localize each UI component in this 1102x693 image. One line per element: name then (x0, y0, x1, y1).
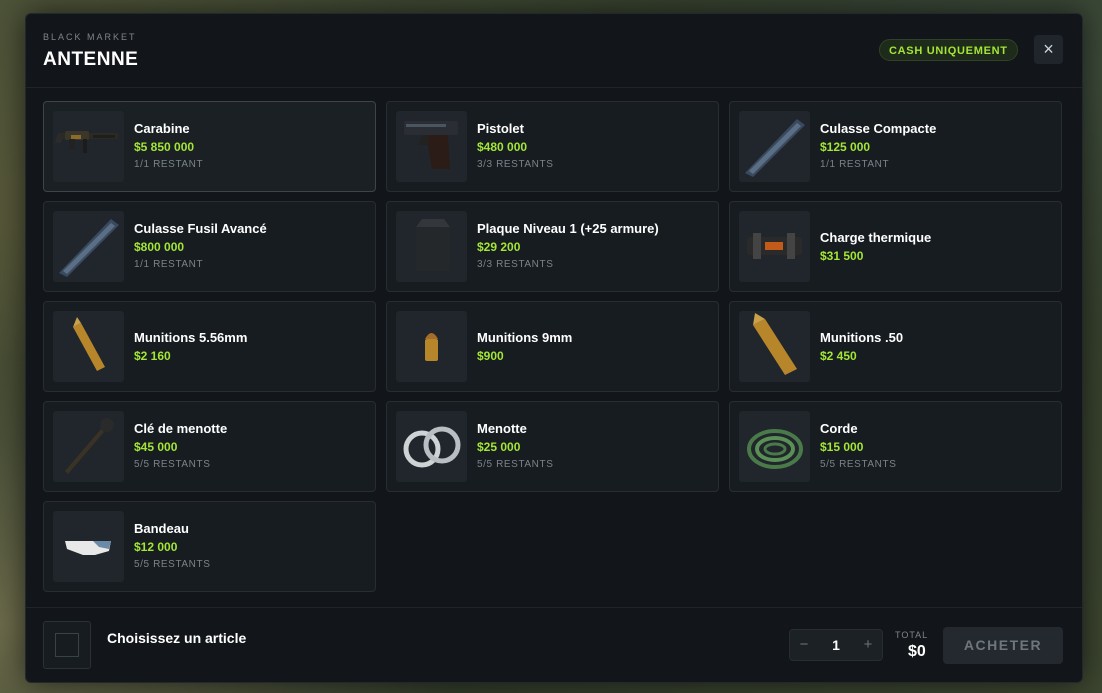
item-name: Bandeau (134, 520, 189, 536)
cash-only-badge: CASH UNIQUEMENT (879, 39, 1018, 61)
item-price: $2 160 (134, 348, 171, 363)
item-name: Charge thermique (820, 229, 932, 245)
item-name: Carabine (134, 120, 190, 136)
item-card-munitions-9mm[interactable]: Munitions 9mm $900 (386, 301, 719, 392)
bullet-icon (753, 313, 797, 375)
item-thumbnail (53, 511, 124, 582)
bullet-small-icon (425, 333, 438, 361)
item-price: $31 500 (820, 248, 864, 263)
quantity-value[interactable]: 1 (818, 630, 854, 660)
item-price: $29 200 (477, 239, 521, 254)
item-card-munitions-556[interactable]: Munitions 5.56mm $2 160 (43, 301, 376, 392)
item-name: Munitions 9mm (477, 329, 573, 345)
thermal-charge-icon (747, 233, 802, 259)
item-price: $125 000 (820, 139, 871, 154)
decrement-button[interactable]: − (790, 630, 818, 660)
item-thumbnail (396, 111, 467, 182)
increment-button[interactable]: + (854, 630, 882, 660)
item-name: Pistolet (477, 120, 524, 136)
item-price: $5 850 000 (134, 139, 195, 154)
item-thumbnail (396, 311, 467, 382)
weapon-part-icon (59, 219, 119, 277)
bullet-icon (73, 317, 105, 371)
quantity-stepper: − 1 + (789, 629, 883, 661)
item-thumbnail (53, 211, 124, 282)
item-name: Corde (820, 420, 858, 436)
item-thumbnail (53, 411, 124, 482)
handcuff-key-icon (65, 418, 114, 474)
item-name: Plaque Niveau 1 (+25 armure) (477, 220, 659, 236)
item-card-bandeau[interactable]: Bandeau $12 000 5/5 RESTANTS (43, 501, 376, 592)
item-card-carabine[interactable]: Carabine $5 850 000 1/1 RESTANT (43, 101, 376, 192)
item-card-culasse-fusil-avance[interactable]: Culasse Fusil Avancé $800 000 1/1 RESTAN… (43, 201, 376, 292)
modal-footer: Choisissez un article − 1 + TOTAL $0 ACH… (26, 607, 1082, 683)
item-thumbnail (739, 211, 810, 282)
item-thumbnail (739, 111, 810, 182)
item-card-charge-thermique[interactable]: Charge thermique $31 500 (729, 201, 1062, 292)
item-thumbnail (739, 311, 810, 382)
item-card-pistolet[interactable]: Pistolet $480 000 3/3 RESTANTS (386, 101, 719, 192)
rope-icon (747, 429, 803, 469)
item-card-munitions-50[interactable]: Munitions .50 $2 450 (729, 301, 1062, 392)
item-thumbnail (739, 411, 810, 482)
total-label: TOTAL (895, 630, 929, 640)
item-name: Clé de menotte (134, 420, 228, 436)
weapon-part-icon (745, 119, 805, 177)
item-stock: 1/1 RESTANT (134, 158, 204, 170)
modal-header: BLACK MARKET ANTENNE CASH UNIQUEMENT × (26, 14, 1082, 88)
item-name: Menotte (477, 420, 527, 436)
item-price: $12 000 (134, 539, 178, 554)
item-stock: 3/3 RESTANTS (477, 158, 554, 170)
item-thumbnail (53, 311, 124, 382)
item-name: Munitions .50 (820, 329, 904, 345)
item-stock: 5/5 RESTANTS (477, 458, 554, 470)
shop-title: ANTENNE (43, 49, 139, 70)
selection-label: Choisissez un article (107, 630, 247, 646)
black-market-modal: BLACK MARKET ANTENNE CASH UNIQUEMENT × C… (25, 13, 1083, 683)
item-thumbnail (53, 111, 124, 182)
item-stock: 5/5 RESTANTS (134, 558, 211, 570)
item-stock: 1/1 RESTANT (820, 158, 890, 170)
close-button[interactable]: × (1034, 35, 1063, 64)
rifle-icon (55, 131, 118, 153)
empty-slot-icon (55, 633, 79, 657)
item-card-plaque-niveau-1[interactable]: Plaque Niveau 1 (+25 armure) $29 200 3/3… (386, 201, 719, 292)
total-value: $0 (908, 643, 926, 660)
close-icon: × (1043, 39, 1054, 59)
item-thumbnail (396, 411, 467, 482)
item-card-culasse-compacte[interactable]: Culasse Compacte $125 000 1/1 RESTANT (729, 101, 1062, 192)
item-name: Munitions 5.56mm (134, 329, 248, 345)
item-card-menotte[interactable]: Menotte $25 000 5/5 RESTANTS (386, 401, 719, 492)
item-price: $2 450 (820, 348, 857, 363)
selected-item-preview (43, 621, 91, 669)
armor-plate-icon (416, 219, 450, 271)
buy-button[interactable]: ACHETER (943, 627, 1063, 664)
item-stock: 3/3 RESTANTS (477, 258, 554, 270)
item-name: Culasse Fusil Avancé (134, 220, 267, 236)
item-card-corde[interactable]: Corde $15 000 5/5 RESTANTS (729, 401, 1062, 492)
item-price: $800 000 (134, 239, 185, 254)
item-price: $25 000 (477, 439, 521, 454)
item-name: Culasse Compacte (820, 120, 937, 136)
item-stock: 5/5 RESTANTS (134, 458, 211, 470)
shop-kicker: BLACK MARKET (43, 32, 137, 42)
blindfold-icon (65, 541, 111, 555)
item-stock: 1/1 RESTANT (134, 258, 204, 270)
handcuffs-icon (403, 426, 461, 468)
item-price: $480 000 (477, 139, 528, 154)
item-thumbnail (396, 211, 467, 282)
pistol-icon (404, 121, 458, 169)
item-price: $900 (477, 348, 504, 363)
item-price: $15 000 (820, 439, 864, 454)
item-price: $45 000 (134, 439, 178, 454)
item-card-cle-de-menotte[interactable]: Clé de menotte $45 000 5/5 RESTANTS (43, 401, 376, 492)
item-stock: 5/5 RESTANTS (820, 458, 897, 470)
